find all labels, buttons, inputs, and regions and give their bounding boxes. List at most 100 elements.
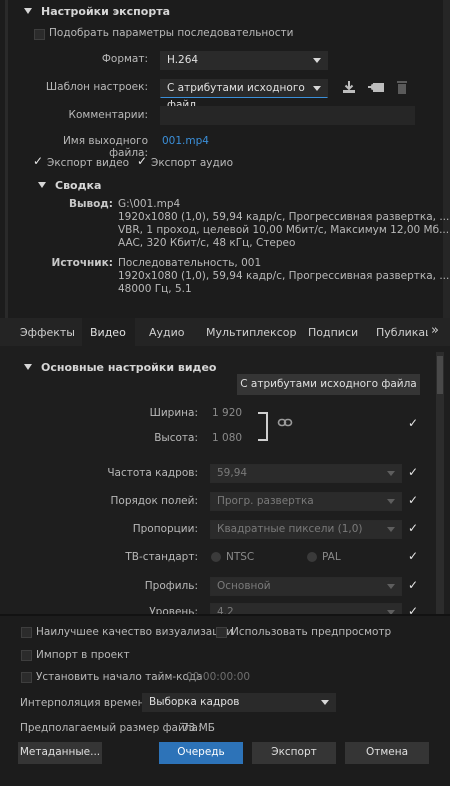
import-project-checkbox[interactable] bbox=[21, 650, 32, 661]
tv-standard-checkbox[interactable]: ✓ bbox=[408, 550, 418, 562]
set-timecode-label: Установить начало тайм-кода bbox=[36, 671, 203, 683]
frame-rate-label: Частота кадров: bbox=[107, 467, 198, 479]
summary-output-label: Вывод: bbox=[68, 198, 113, 210]
dropdown-arrow-icon bbox=[313, 86, 321, 91]
frame-rate-dropdown[interactable]: 59,94 bbox=[210, 464, 402, 483]
summary-source-line: 48000 Гц, 5.1 bbox=[118, 283, 192, 295]
export-settings-header[interactable]: Настройки экспорта bbox=[24, 5, 170, 18]
summary-source-text: Последовательность, 001 1920x1080 (1,0),… bbox=[118, 257, 449, 296]
profile-value: Основной bbox=[217, 580, 271, 592]
ntsc-radio[interactable] bbox=[211, 552, 221, 562]
field-order-value: Прогр. развертка bbox=[217, 495, 314, 507]
profile-dropdown[interactable]: Основной bbox=[210, 577, 402, 596]
import-project-label: Импорт в проект bbox=[36, 649, 130, 661]
tab-multiplexer[interactable]: Мультиплексор bbox=[206, 326, 296, 339]
frame-rate-value: 59,94 bbox=[217, 467, 248, 479]
tab-video[interactable]: Видео bbox=[90, 326, 126, 339]
aspect-value: Квадратные пиксели (1,0) bbox=[217, 523, 363, 535]
tab-effects[interactable]: Эффекты bbox=[20, 326, 75, 339]
timecode-value[interactable]: 00:00:00:00 bbox=[186, 671, 250, 683]
size-override-checkbox[interactable]: ✓ bbox=[408, 417, 418, 429]
preset-label: Шаблон настроек: bbox=[45, 81, 148, 93]
height-value[interactable]: 1 080 bbox=[212, 432, 242, 444]
scrollbar-thumb[interactable] bbox=[437, 356, 443, 394]
pal-radio[interactable] bbox=[307, 552, 317, 562]
height-label: Высота: bbox=[154, 432, 198, 444]
dropdown-arrow-icon bbox=[387, 584, 395, 589]
tv-standard-label: ТВ-стандарт: bbox=[125, 551, 198, 563]
import-preset-icon[interactable] bbox=[367, 79, 385, 95]
frame-rate-checkbox[interactable]: ✓ bbox=[408, 466, 418, 478]
preset-dropdown[interactable]: С атрибутами исходного файл bbox=[160, 79, 328, 111]
collapse-triangle-icon bbox=[24, 8, 32, 14]
filesize-label: Предполагаемый размер файла: bbox=[20, 722, 202, 734]
summary-output-line: AAC, 320 Кбит/с, 48 кГц, Стерео bbox=[118, 237, 296, 249]
aspect-label: Пропорции: bbox=[132, 523, 198, 535]
tabs-overflow-button[interactable]: » bbox=[431, 323, 439, 338]
max-quality-checkbox[interactable] bbox=[21, 627, 32, 638]
field-order-dropdown[interactable]: Прогр. развертка bbox=[210, 492, 402, 511]
comments-label: Комментарии: bbox=[68, 109, 148, 121]
interp-dropdown[interactable]: Выборка кадров bbox=[142, 693, 336, 712]
width-value[interactable]: 1 920 bbox=[212, 407, 242, 419]
summary-output-line: VBR, 1 проход, целевой 10,00 Мбит/с, Мак… bbox=[118, 224, 450, 236]
format-value: H.264 bbox=[167, 54, 199, 66]
output-name-link[interactable]: 001.mp4 bbox=[162, 135, 209, 147]
panel-edge bbox=[5, 0, 8, 318]
export-video-label: Экспорт видео bbox=[47, 157, 130, 169]
export-settings-title: Настройки экспорта bbox=[41, 5, 171, 18]
summary-source-label: Источник: bbox=[51, 257, 113, 269]
collapse-triangle-icon bbox=[38, 182, 46, 188]
ntsc-label: NTSC bbox=[226, 551, 255, 563]
link-bracket bbox=[258, 412, 268, 441]
save-preset-icon[interactable] bbox=[341, 79, 357, 95]
cancel-button[interactable]: Отмена bbox=[345, 742, 429, 764]
summary-header[interactable]: Сводка bbox=[38, 179, 101, 192]
use-previews-label: Использовать предпросмотр bbox=[231, 626, 392, 638]
export-audio-checkbox[interactable]: ✓ bbox=[137, 155, 147, 167]
max-quality-label: Наилучшее качество визуализации bbox=[36, 626, 234, 638]
dropdown-arrow-icon bbox=[313, 58, 321, 63]
summary-source-line: Последовательность, 001 bbox=[118, 257, 262, 269]
export-video-checkbox[interactable]: ✓ bbox=[33, 155, 43, 167]
video-basic-header[interactable]: Основные настройки видео bbox=[24, 361, 216, 374]
summary-output-text: G:\001.mp4 1920x1080 (1,0), 59,94 кадр/с… bbox=[118, 198, 449, 250]
use-previews-checkbox[interactable] bbox=[216, 627, 227, 638]
match-source-button[interactable]: С атрибутами исходного файла bbox=[237, 374, 420, 395]
format-dropdown[interactable]: H.264 bbox=[160, 51, 328, 70]
output-name-label: Имя выходного файла: bbox=[62, 135, 148, 159]
dropdown-arrow-icon bbox=[321, 700, 329, 705]
collapse-triangle-icon bbox=[24, 364, 32, 370]
profile-checkbox[interactable]: ✓ bbox=[408, 579, 418, 591]
tab-captions[interactable]: Подписи bbox=[308, 326, 358, 339]
aspect-dropdown[interactable]: Квадратные пиксели (1,0) bbox=[210, 520, 402, 539]
delete-preset-icon[interactable] bbox=[395, 79, 409, 95]
queue-button[interactable]: Очередь bbox=[159, 742, 243, 764]
summary-output-line: G:\001.mp4 bbox=[118, 198, 181, 210]
interp-label: Интерполяция времени: bbox=[20, 697, 155, 709]
aspect-checkbox[interactable]: ✓ bbox=[408, 522, 418, 534]
tab-publish[interactable]: Публикац bbox=[376, 326, 428, 339]
dropdown-arrow-icon bbox=[387, 499, 395, 504]
video-scrollbar[interactable] bbox=[436, 352, 444, 614]
match-sequence-label: Подобрать параметры последовательности bbox=[49, 27, 294, 39]
field-order-checkbox[interactable]: ✓ bbox=[408, 494, 418, 506]
summary-source-line: 1920x1080 (1,0), 59,94 кадр/с, Прогресси… bbox=[118, 270, 450, 282]
dropdown-arrow-icon bbox=[387, 471, 395, 476]
metadata-button[interactable]: Метаданные... bbox=[18, 742, 102, 764]
match-sequence-checkbox[interactable] bbox=[34, 29, 45, 40]
field-order-label: Порядок полей: bbox=[110, 495, 199, 507]
interp-value: Выборка кадров bbox=[149, 696, 240, 708]
tab-audio[interactable]: Аудио bbox=[149, 326, 185, 339]
link-chain-icon[interactable] bbox=[277, 417, 293, 429]
export-button[interactable]: Экспорт bbox=[252, 742, 336, 764]
dropdown-arrow-icon bbox=[387, 527, 395, 532]
summary-output-line: 1920x1080 (1,0), 59,94 кадр/с, Прогресси… bbox=[118, 211, 450, 223]
filesize-value: 73 МБ bbox=[182, 722, 215, 734]
comments-input[interactable] bbox=[160, 106, 415, 125]
summary-title: Сводка bbox=[55, 179, 102, 192]
format-label: Формат: bbox=[101, 53, 148, 65]
export-audio-label: Экспорт аудио bbox=[151, 157, 234, 169]
set-timecode-checkbox[interactable] bbox=[21, 672, 32, 683]
pal-label: PAL bbox=[322, 551, 341, 563]
